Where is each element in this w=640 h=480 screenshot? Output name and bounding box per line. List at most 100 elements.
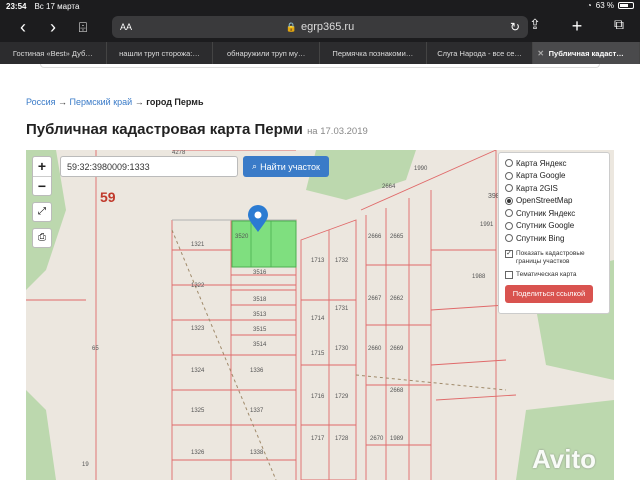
- map-label: 1728: [335, 436, 349, 442]
- breadcrumb: Россия → Пермский край → город Пермь: [26, 97, 203, 107]
- breadcrumb-russia[interactable]: Россия: [26, 97, 56, 107]
- layer-bing-satellite[interactable]: Спутник Bing: [505, 232, 603, 245]
- map-label: 2666: [368, 234, 382, 240]
- lock-icon: 🔒: [285, 21, 297, 32]
- checkbox-icon: [505, 270, 513, 279]
- layer-2gis-map[interactable]: Карта 2GIS: [505, 182, 603, 195]
- toolbar-right: ⇪ + ⧉: [520, 16, 634, 37]
- radio-selected-icon: [505, 196, 513, 205]
- map-label: 1717: [311, 436, 325, 442]
- new-tab-icon[interactable]: +: [562, 16, 592, 37]
- map-label: 1322: [191, 283, 205, 289]
- find-parcel-button[interactable]: ⌕ Найти участок: [243, 156, 329, 177]
- page-title-text: Публичная кадастровая карта Перми: [26, 121, 303, 138]
- map-label: 3513: [253, 312, 267, 318]
- layers-panel: Карта Яндекс Карта Google Карта 2GIS Ope…: [498, 152, 610, 314]
- map-label: 3520: [235, 234, 249, 240]
- avito-watermark: Avito: [532, 444, 597, 474]
- layer-openstreetmap[interactable]: OpenStreetMap: [505, 195, 603, 208]
- close-tab-icon[interactable]: ✕: [537, 49, 544, 58]
- page-title: Публичная кадастровая карта Перми на 17.…: [26, 121, 368, 138]
- url-text: egrp365.ru: [301, 21, 355, 33]
- cadastral-search-input[interactable]: [60, 156, 238, 177]
- map-label: 1990: [414, 166, 428, 172]
- layer-google-satellite[interactable]: Спутник Google: [505, 220, 603, 233]
- share-icon[interactable]: ⇪: [520, 16, 550, 37]
- browser-toolbar: ‹ › ⌹ AA 🔒 egrp365.ru ↻ ⇪ + ⧉: [0, 12, 640, 42]
- address-bar[interactable]: AA 🔒 egrp365.ru ↻: [112, 16, 528, 38]
- checkbox-label: Показать кадастровые границы участков: [516, 249, 585, 265]
- tabs-overview-icon[interactable]: ⧉: [604, 16, 634, 37]
- zoom-out-button[interactable]: −: [33, 176, 51, 195]
- radio-icon: [505, 209, 513, 218]
- radio-icon: [505, 184, 513, 193]
- layer-label: Карта Яндекс: [516, 158, 567, 168]
- tab-5[interactable]: Слуга Народа - все се…: [427, 42, 534, 64]
- status-date: Вс 17 марта: [34, 1, 80, 11]
- tab-active-label: Публичная кадаст…: [548, 48, 624, 58]
- radio-icon: [505, 234, 513, 243]
- find-parcel-label: Найти участок: [260, 161, 320, 172]
- map-label: 1989: [390, 436, 404, 442]
- layer-label: OpenStreetMap: [516, 196, 573, 206]
- map-label: 2664: [382, 184, 396, 190]
- highlighted-parcel[interactable]: [231, 220, 297, 268]
- reader-aa-button[interactable]: AA: [120, 22, 132, 32]
- radio-icon: [505, 221, 513, 230]
- map-label: 1729: [335, 394, 349, 400]
- layer-label: Спутник Bing: [516, 233, 565, 243]
- tab-2[interactable]: нашли труп сторожа:…: [107, 42, 214, 64]
- breadcrumb-perm-krai[interactable]: Пермский край: [70, 97, 133, 107]
- battery-percent: 63 %: [595, 1, 614, 10]
- page-content: Россия → Пермский край → город Пермь Пуб…: [0, 64, 640, 480]
- tab-3[interactable]: обнаружили труп му…: [213, 42, 321, 64]
- back-icon[interactable]: ‹: [8, 17, 38, 38]
- tab-4[interactable]: Пермячка познакоми…: [320, 42, 427, 64]
- share-link-button[interactable]: Поделиться ссылкой: [505, 284, 593, 303]
- status-bar: 23:54 Вс 17 марта ◔ 63 %: [0, 0, 640, 12]
- search-icon: ⌕: [252, 161, 258, 171]
- map-label: 3518: [253, 297, 267, 303]
- map-label-59: 59: [100, 189, 116, 205]
- map-label: 1991: [480, 222, 494, 228]
- layer-label: Спутник Яндекс: [516, 208, 576, 218]
- checkbox-cadastral[interactable]: ✓ Показать кадастровые границы участков: [505, 249, 603, 266]
- cadastral-map[interactable]: 59 4278 1321 1322 1323 1324 1325 1326 13…: [26, 150, 614, 480]
- map-label: 1715: [311, 351, 325, 357]
- bookmarks-icon[interactable]: ⌹: [68, 19, 98, 36]
- tab-1[interactable]: Гостиная «Best» Дуб…: [0, 42, 107, 64]
- print-icon[interactable]: ⎙: [32, 228, 52, 248]
- map-label: 1326: [191, 450, 205, 456]
- map-label: 1321: [191, 242, 205, 248]
- status-time: 23:54: [6, 1, 27, 11]
- map-label: 1338: [250, 450, 264, 456]
- layer-google-map[interactable]: Карта Google: [505, 170, 603, 183]
- forward-icon[interactable]: ›: [38, 17, 68, 38]
- map-label: 1323: [191, 326, 205, 332]
- map-label: 1337: [250, 408, 264, 414]
- layer-yandex-map[interactable]: Карта Яндекс: [505, 157, 603, 170]
- zoom-in-button[interactable]: +: [33, 157, 51, 176]
- page-top-divider: [40, 64, 600, 68]
- breadcrumb-sep: →: [134, 97, 144, 107]
- layer-label: Карта 2GIS: [516, 183, 558, 193]
- map-label: 1713: [311, 258, 325, 264]
- layer-label: Спутник Google: [516, 221, 575, 231]
- map-label: 1988: [472, 274, 486, 280]
- map-label: 2662: [390, 296, 404, 302]
- reload-icon[interactable]: ↻: [510, 20, 520, 34]
- map-label: 2665: [390, 234, 404, 240]
- layer-yandex-satellite[interactable]: Спутник Яндекс: [505, 207, 603, 220]
- map-labels: 59 4278 1321 1322 1323 1324 1325 1326 13…: [82, 150, 500, 468]
- map-label: 2667: [368, 296, 382, 302]
- map-label: 65: [92, 346, 99, 352]
- map-label: 1716: [311, 394, 325, 400]
- map-label: 2668: [390, 388, 404, 394]
- battery-icon: [618, 2, 634, 9]
- tab-active[interactable]: ✕ Публичная кадаст…: [533, 42, 640, 64]
- checkbox-checked-icon: ✓: [505, 249, 513, 258]
- map-label: 2669: [390, 346, 404, 352]
- checkbox-thematic[interactable]: Тематическая карта: [505, 270, 603, 279]
- fullscreen-icon[interactable]: ⤢: [32, 202, 52, 222]
- map-label: 1732: [335, 258, 349, 264]
